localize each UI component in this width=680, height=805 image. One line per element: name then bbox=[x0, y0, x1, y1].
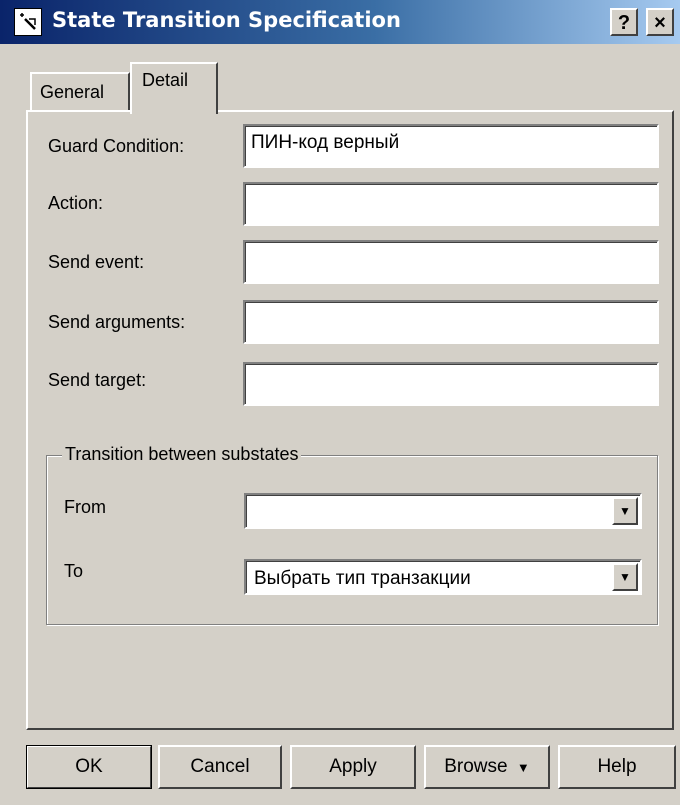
title-bar[interactable]: State Transition Specification ? × bbox=[0, 0, 680, 44]
browse-label: Browse bbox=[444, 756, 508, 777]
tab-detail-label: Detail bbox=[142, 70, 189, 90]
tab-general-label: General bbox=[40, 82, 105, 102]
apply-button[interactable]: Apply bbox=[290, 745, 416, 789]
chevron-down-icon[interactable]: ▼ bbox=[612, 563, 638, 591]
to-select[interactable]: Выбрать тип транзакции ▼ bbox=[244, 559, 642, 595]
substates-groupbox bbox=[46, 455, 658, 625]
send-event-label: Send event: bbox=[48, 252, 145, 272]
from-select[interactable]: ▼ bbox=[244, 493, 642, 529]
action-input[interactable] bbox=[243, 182, 659, 226]
to-select-value: Выбрать тип транзакции bbox=[254, 568, 471, 589]
action-label: Action: bbox=[48, 193, 104, 213]
help-button[interactable]: Help bbox=[558, 745, 676, 789]
caret-down-icon: ▼ bbox=[516, 760, 530, 775]
send-target-input[interactable] bbox=[243, 362, 659, 406]
ok-button[interactable]: OK bbox=[26, 745, 152, 789]
send-target-label: Send target: bbox=[48, 370, 147, 390]
help-title-button[interactable]: ? bbox=[610, 8, 638, 36]
chevron-down-icon[interactable]: ▼ bbox=[612, 497, 638, 525]
tab-detail[interactable]: Detail bbox=[130, 62, 218, 114]
from-label: From bbox=[64, 497, 106, 517]
tab-general[interactable]: General bbox=[30, 72, 130, 112]
window-title: State Transition Specification bbox=[52, 8, 401, 32]
substates-legend: Transition between substates bbox=[62, 444, 302, 465]
to-label: To bbox=[64, 561, 84, 581]
guard-condition-label: Guard Condition: bbox=[48, 136, 185, 156]
send-arguments-label: Send arguments: bbox=[48, 312, 186, 332]
close-button[interactable]: × bbox=[646, 8, 674, 36]
send-arguments-input[interactable] bbox=[243, 300, 659, 344]
send-event-input[interactable] bbox=[243, 240, 659, 284]
app-icon bbox=[14, 8, 42, 36]
browse-button[interactable]: Browse ▼ bbox=[424, 745, 550, 789]
cancel-button[interactable]: Cancel bbox=[158, 745, 282, 789]
guard-condition-input[interactable]: ПИН-код верный bbox=[243, 124, 659, 168]
